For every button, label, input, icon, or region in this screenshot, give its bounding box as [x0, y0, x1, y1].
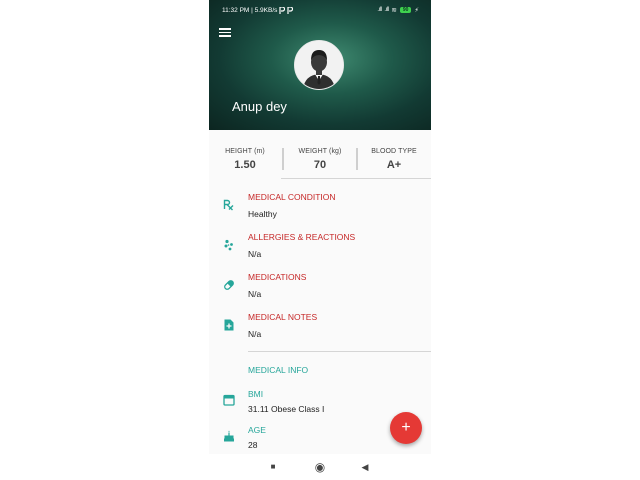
row-title: BMI — [248, 389, 264, 399]
section-title: MEDICAL INFO — [248, 365, 309, 375]
stat-divider — [356, 148, 358, 170]
stat-height[interactable]: HEIGHT (m) 1.50 — [211, 148, 279, 171]
status-right: .ıll .ıll ≋ 90 ⚡ — [377, 6, 419, 14]
pill-icon — [224, 280, 234, 290]
recents-button[interactable]: ■ — [263, 454, 283, 480]
row-value: 28 — [248, 440, 258, 450]
stat-label: WEIGHT (kg) — [298, 148, 342, 155]
divider — [281, 178, 431, 179]
stat-value: 70 — [313, 159, 327, 171]
cake-icon — [224, 430, 234, 442]
pollen-icon — [224, 239, 233, 251]
add-button[interactable]: + — [390, 412, 422, 444]
p-icon — [279, 6, 286, 14]
back-button[interactable]: ◀ — [355, 454, 375, 480]
stat-weight[interactable]: WEIGHT (kg) 70 — [286, 148, 354, 171]
row-value: Healthy — [248, 209, 277, 219]
profile-header: 11:32 PM | 5.9KB/s .ıll .ıll ≋ 90 ⚡ Anup… — [209, 0, 431, 130]
row-value: 31.11 Obese Class I — [248, 404, 325, 414]
person-icon — [295, 41, 343, 89]
user-name: Anup dey — [232, 99, 287, 114]
battery-icon: 90 — [399, 7, 412, 13]
stat-blood-type[interactable]: BLOOD TYPE A+ — [360, 148, 428, 171]
medical-notes-row[interactable]: MEDICAL NOTES N/a — [209, 310, 431, 344]
stat-value: A+ — [386, 159, 402, 171]
navigation-bar: ■ ◉ ◀ — [209, 454, 431, 480]
status-time: 11:32 PM | 5.9KB/s — [222, 6, 278, 14]
body-stats: HEIGHT (m) 1.50 WEIGHT (kg) 70 BLOOD TYP… — [209, 138, 431, 180]
stat-label: BLOOD TYPE — [371, 148, 417, 155]
allergies-row[interactable]: ALLERGIES & REACTIONS N/a — [209, 230, 431, 264]
status-bar: 11:32 PM | 5.9KB/s .ıll .ıll ≋ 90 ⚡ — [209, 0, 431, 20]
p-icon-2 — [287, 6, 294, 14]
stat-label: HEIGHT (m) — [225, 148, 265, 155]
status-left: 11:32 PM | 5.9KB/s — [222, 6, 377, 14]
row-value: N/a — [248, 249, 262, 259]
phone-screen: 11:32 PM | 5.9KB/s .ıll .ıll ≋ 90 ⚡ Anup… — [209, 0, 431, 480]
medications-row[interactable]: MEDICATIONS N/a — [209, 270, 431, 304]
medical-condition-row[interactable]: MEDICAL CONDITION Healthy — [209, 190, 431, 224]
row-title: MEDICAL CONDITION — [248, 192, 336, 202]
avatar[interactable] — [294, 40, 344, 90]
signal-icon: .ıll — [377, 7, 382, 13]
row-value: N/a — [248, 289, 262, 299]
row-title: ALLERGIES & REACTIONS — [248, 232, 356, 242]
home-button[interactable]: ◉ — [310, 454, 330, 480]
signal-icon-2: .ıll — [384, 7, 389, 13]
row-title: MEDICAL NOTES — [248, 312, 318, 322]
charging-icon: ⚡ — [414, 7, 419, 14]
wifi-icon: ≋ — [391, 7, 397, 14]
divider — [248, 351, 431, 352]
row-title: AGE — [248, 425, 266, 435]
stat-value: 1.50 — [234, 159, 256, 171]
stat-divider — [282, 148, 284, 170]
row-title: MEDICATIONS — [248, 272, 307, 282]
row-value: N/a — [248, 329, 262, 339]
calendar-icon — [223, 394, 235, 406]
menu-icon[interactable] — [219, 26, 231, 37]
note-add-icon — [224, 319, 234, 331]
rx-icon — [223, 199, 234, 211]
